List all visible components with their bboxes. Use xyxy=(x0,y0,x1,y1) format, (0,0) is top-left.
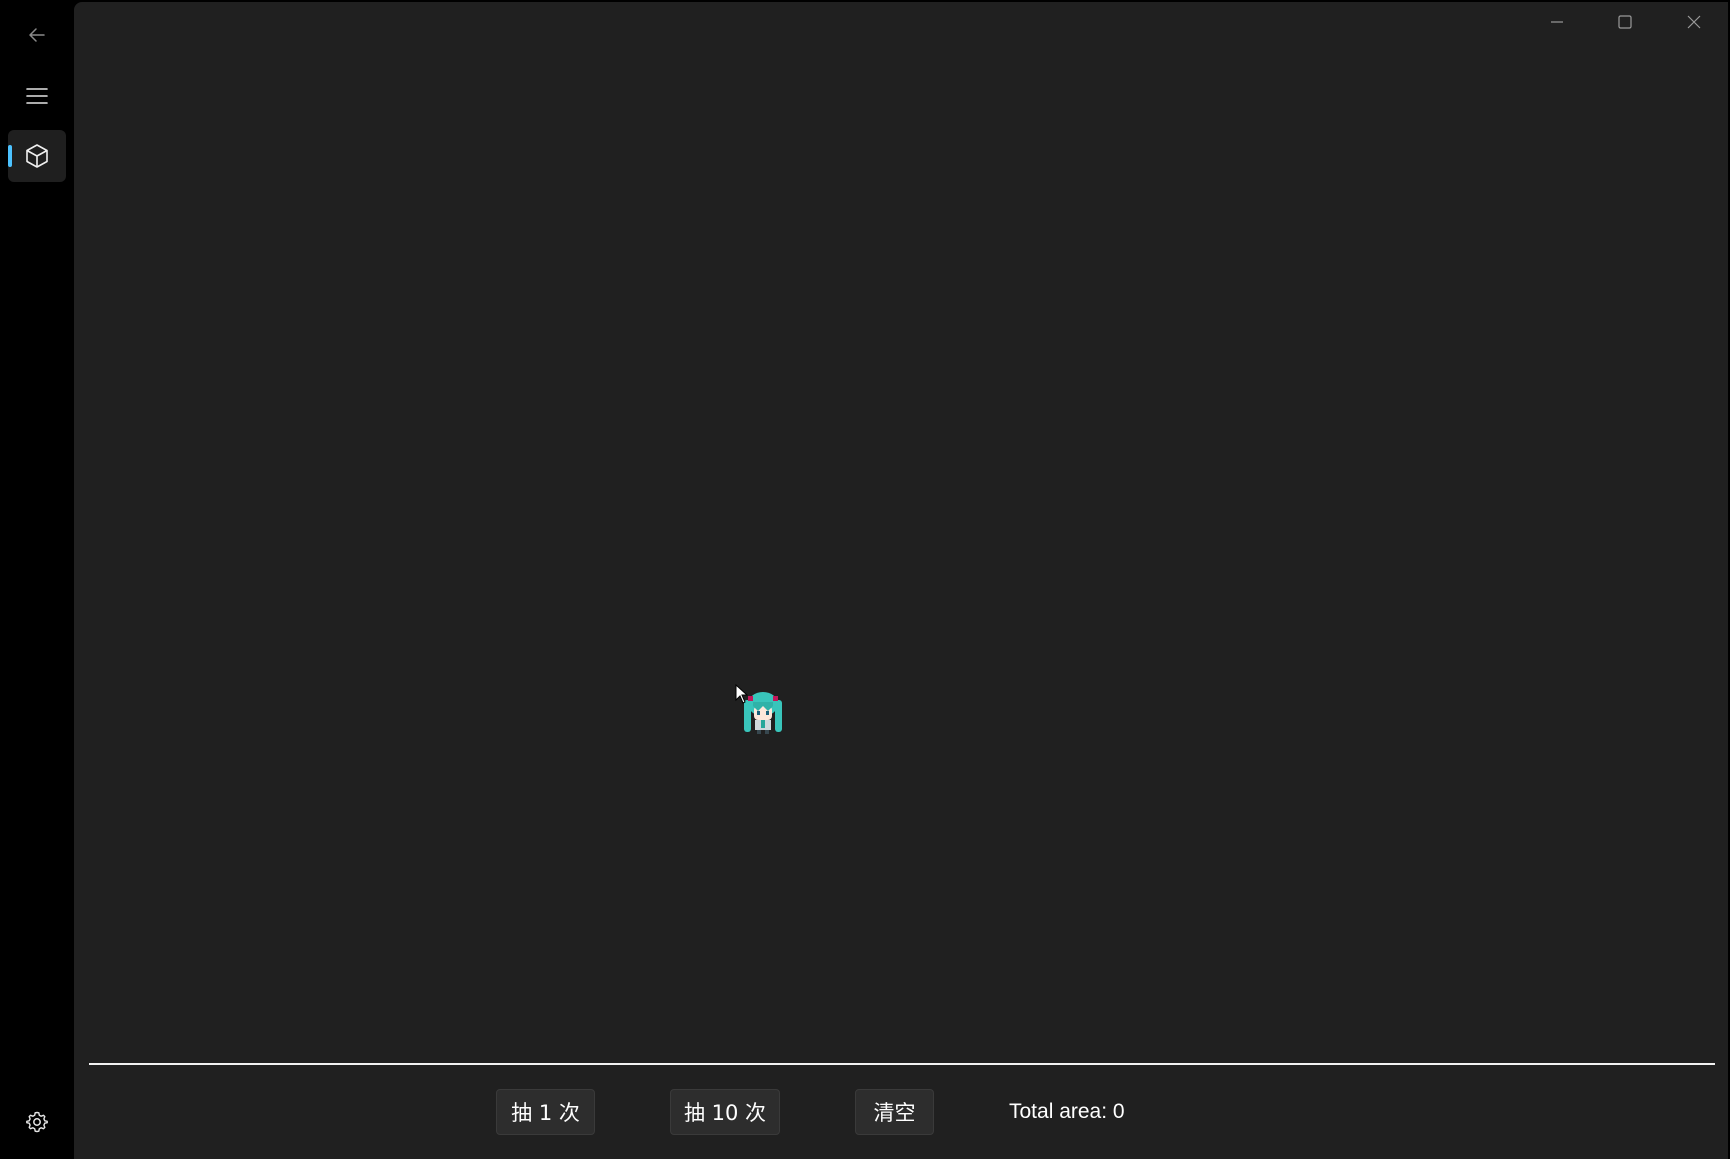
total-area-label: Total area: 0 xyxy=(1009,1100,1125,1123)
selection-indicator xyxy=(8,145,12,167)
gear-icon xyxy=(26,1111,48,1133)
maximize-button[interactable] xyxy=(1591,2,1659,42)
app-window: 抽 1 次 抽 10 次 清空 Total area: 0 xyxy=(0,0,1730,1159)
navigation-pane xyxy=(0,0,74,1159)
ground-line xyxy=(89,1063,1715,1065)
close-button[interactable] xyxy=(1660,2,1728,42)
clear-button[interactable]: 清空 xyxy=(855,1089,934,1135)
nav-item-cube[interactable] xyxy=(8,130,66,182)
menu-toggle-button[interactable] xyxy=(8,70,66,122)
mouse-pointer-icon xyxy=(735,684,749,704)
draw-ten-button[interactable]: 抽 10 次 xyxy=(670,1089,780,1135)
back-arrow-icon xyxy=(29,28,45,42)
maximize-icon xyxy=(1618,15,1632,29)
minimize-icon xyxy=(1551,21,1563,23)
close-icon xyxy=(1687,15,1701,29)
main-content xyxy=(74,2,1728,1159)
minimize-button[interactable] xyxy=(1523,2,1591,42)
back-button[interactable] xyxy=(8,9,66,61)
cube-icon xyxy=(26,144,48,168)
hamburger-menu-icon xyxy=(26,88,48,104)
draw-once-button[interactable]: 抽 1 次 xyxy=(496,1089,595,1135)
settings-button[interactable] xyxy=(8,1096,66,1148)
